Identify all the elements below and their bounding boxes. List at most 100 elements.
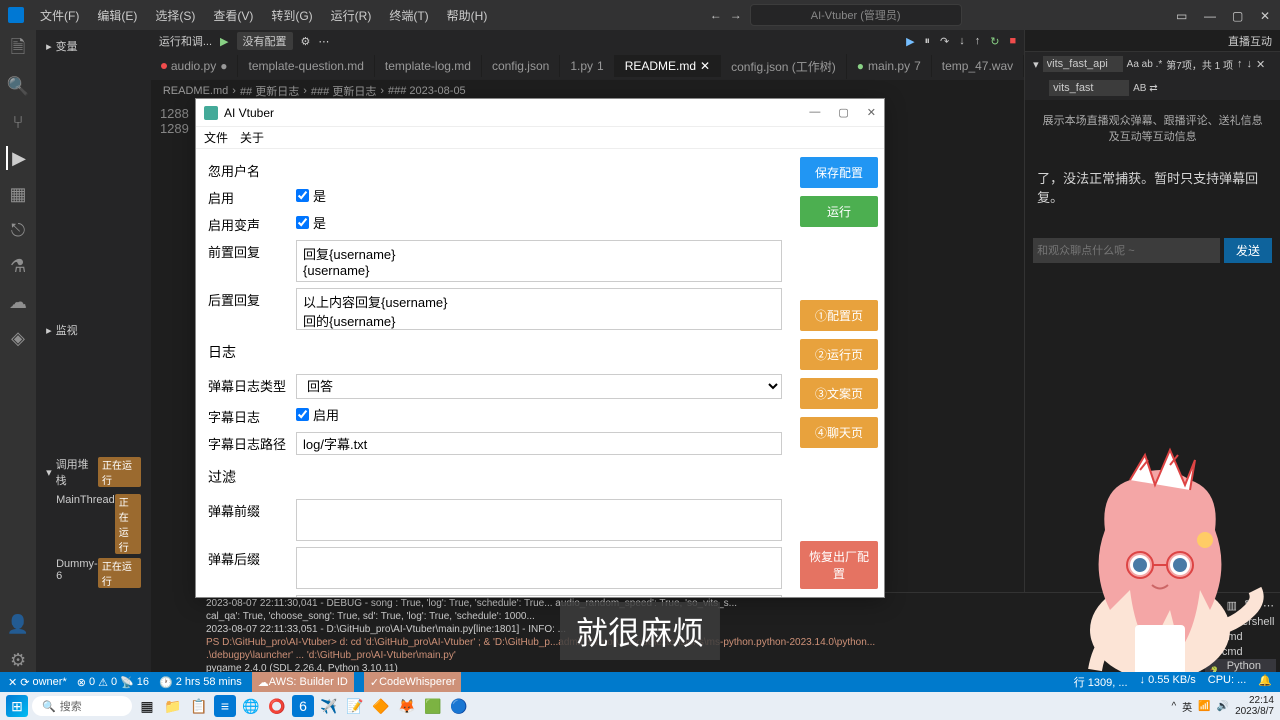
danmu-prefix-textarea[interactable]: [296, 499, 782, 541]
restore-button[interactable]: 恢复出厂配置: [800, 541, 878, 589]
app2-taskbar-icon[interactable]: 6: [292, 695, 314, 717]
thread-item[interactable]: MainThread正在运行: [40, 492, 147, 556]
sb-line-col[interactable]: 行 1309, ...: [1074, 674, 1128, 690]
enable-checkbox[interactable]: [296, 189, 309, 202]
run-button[interactable]: 运行: [800, 196, 878, 227]
start-debug-icon[interactable]: ▶: [220, 35, 228, 48]
tab-wav[interactable]: temp_47.wav: [932, 55, 1024, 77]
callstack-section[interactable]: ▾ 调用堆栈 正在运行: [40, 452, 147, 492]
taskbar-search[interactable]: 🔍 搜索: [32, 696, 132, 716]
modal-menu-about[interactable]: 关于: [240, 129, 264, 146]
gear-icon[interactable]: ⚙: [301, 35, 311, 48]
step-out-icon[interactable]: ↑: [975, 35, 981, 48]
tray-wifi-icon[interactable]: 📶: [1198, 701, 1210, 712]
sb-bell-icon[interactable]: 🔔: [1258, 674, 1272, 690]
explorer-taskbar-icon[interactable]: 📁: [162, 695, 184, 717]
modal-maximize-icon[interactable]: ▢: [838, 106, 848, 119]
post-reply-textarea[interactable]: 以上内容回复{username} 回的{username} 以上回复{usern…: [296, 288, 782, 330]
account-icon[interactable]: 👤: [6, 612, 30, 636]
modal-close-icon[interactable]: ✕: [867, 106, 876, 119]
task-view-icon[interactable]: ▦: [136, 695, 158, 717]
tab-main[interactable]: ● main.py 7: [847, 55, 932, 77]
continue-icon[interactable]: ▶: [906, 35, 914, 48]
stop-icon[interactable]: ■: [1009, 35, 1016, 48]
nav-chat-button[interactable]: ④聊天页: [800, 417, 878, 448]
next-match-icon[interactable]: ↓: [1246, 58, 1252, 70]
modal-menu-file[interactable]: 文件: [204, 129, 228, 146]
close-icon[interactable]: ✕: [1260, 9, 1272, 21]
step-over-icon[interactable]: ↷: [940, 35, 949, 48]
debug-icon[interactable]: ▶: [6, 146, 30, 170]
source-control-icon[interactable]: ⑂: [6, 110, 30, 134]
settings-icon[interactable]: ⚙: [6, 648, 30, 672]
tab-template-log[interactable]: template-log.md: [375, 55, 482, 77]
sb-problems[interactable]: ⊗ 0 ⚠ 0 📡 16: [77, 676, 149, 689]
restart-icon[interactable]: ↻: [990, 35, 999, 48]
chrome-taskbar-icon[interactable]: ⭕: [266, 695, 288, 717]
subtitle-log-path-input[interactable]: [296, 432, 782, 455]
search-icon[interactable]: 🔍: [6, 74, 30, 98]
badwords-input[interactable]: [296, 595, 782, 597]
pause-icon[interactable]: ⏸: [925, 35, 931, 48]
terminal-item[interactable]: ⩥ cmd: [1205, 629, 1276, 644]
thread-item[interactable]: Dummy-6正在运行: [40, 556, 147, 590]
minimize-icon[interactable]: —: [1204, 9, 1216, 21]
command-center[interactable]: AI-Vtuber (管理员): [750, 4, 962, 26]
modal-minimize-icon[interactable]: —: [809, 106, 820, 119]
start-button[interactable]: ⊞: [6, 695, 28, 717]
config-dropdown[interactable]: 没有配置: [237, 32, 293, 50]
trash-icon[interactable]: 🗑: [1243, 599, 1257, 612]
prev-match-icon[interactable]: ↑: [1237, 58, 1243, 70]
nav-fwd-icon[interactable]: →: [730, 8, 742, 22]
aws-icon[interactable]: ☁: [6, 290, 30, 314]
layout-icon[interactable]: ▭: [1176, 9, 1188, 21]
pre-reply-textarea[interactable]: 回复{username} {username} 回{username}: [296, 240, 782, 282]
danmu-log-type-select[interactable]: 回答: [296, 374, 782, 399]
explorer-icon[interactable]: 🗎: [6, 38, 30, 62]
variables-section[interactable]: ▸ 变量: [40, 34, 147, 58]
menu-view[interactable]: 查看(V): [205, 3, 261, 28]
docker-icon[interactable]: ◈: [6, 326, 30, 350]
menu-help[interactable]: 帮助(H): [439, 3, 496, 28]
tray-volume-icon[interactable]: 🔊: [1217, 701, 1229, 712]
tab-audio[interactable]: audio.py ●: [151, 55, 239, 77]
edge-taskbar-icon[interactable]: 🌐: [240, 695, 262, 717]
vscode-taskbar-icon[interactable]: ≡: [214, 695, 236, 717]
system-tray[interactable]: ^ 英 📶 🔊 22:14 2023/8/7: [1171, 695, 1274, 717]
new-terminal-icon[interactable]: +: [1214, 599, 1220, 612]
menu-terminal[interactable]: 终端(T): [381, 3, 436, 28]
nav-copy-button[interactable]: ③文案页: [800, 378, 878, 409]
nav-config-button[interactable]: ①配置页: [800, 300, 878, 331]
app8-taskbar-icon[interactable]: 🔵: [448, 695, 470, 717]
app7-taskbar-icon[interactable]: 🟩: [422, 695, 444, 717]
testing-icon[interactable]: ⚗: [6, 254, 30, 278]
chevron-down-icon[interactable]: ▾: [1033, 58, 1039, 71]
app-taskbar-icon[interactable]: 📋: [188, 695, 210, 717]
save-config-button[interactable]: 保存配置: [800, 157, 878, 188]
chat-input[interactable]: [1033, 238, 1220, 263]
menu-edit[interactable]: 编辑(E): [89, 3, 145, 28]
terminal-item[interactable]: ⩥ cmd: [1205, 644, 1276, 659]
app3-taskbar-icon[interactable]: ✈️: [318, 695, 340, 717]
enable-voice-checkbox[interactable]: [296, 216, 309, 229]
terminal-item[interactable]: ⩥ powershell: [1205, 614, 1276, 629]
nav-back-icon[interactable]: ←: [710, 8, 722, 22]
tray-up-icon[interactable]: ^: [1171, 701, 1176, 712]
replace-input[interactable]: [1049, 80, 1129, 96]
nav-run-button[interactable]: ②运行页: [800, 339, 878, 370]
maximize-icon[interactable]: ▢: [1232, 9, 1244, 21]
step-into-icon[interactable]: ↓: [959, 35, 965, 48]
split-terminal-icon[interactable]: ▥: [1227, 599, 1237, 612]
sb-time[interactable]: 🕐 2 hrs 58 mins: [159, 676, 242, 689]
menu-select[interactable]: 选择(S): [147, 3, 203, 28]
app4-taskbar-icon[interactable]: 📝: [344, 695, 366, 717]
tab-config[interactable]: config.json: [482, 55, 560, 77]
close-find-icon[interactable]: ✕: [1256, 58, 1265, 71]
menu-goto[interactable]: 转到(G): [263, 3, 320, 28]
menu-run[interactable]: 运行(R): [323, 3, 380, 28]
remote-icon[interactable]: ⎋: [6, 218, 30, 242]
menu-file[interactable]: 文件(F): [32, 3, 87, 28]
watch-section[interactable]: ▸ 监视: [40, 318, 147, 342]
tab-readme[interactable]: README.md ✕: [615, 55, 721, 77]
tab-template-q[interactable]: template-question.md: [238, 55, 374, 77]
